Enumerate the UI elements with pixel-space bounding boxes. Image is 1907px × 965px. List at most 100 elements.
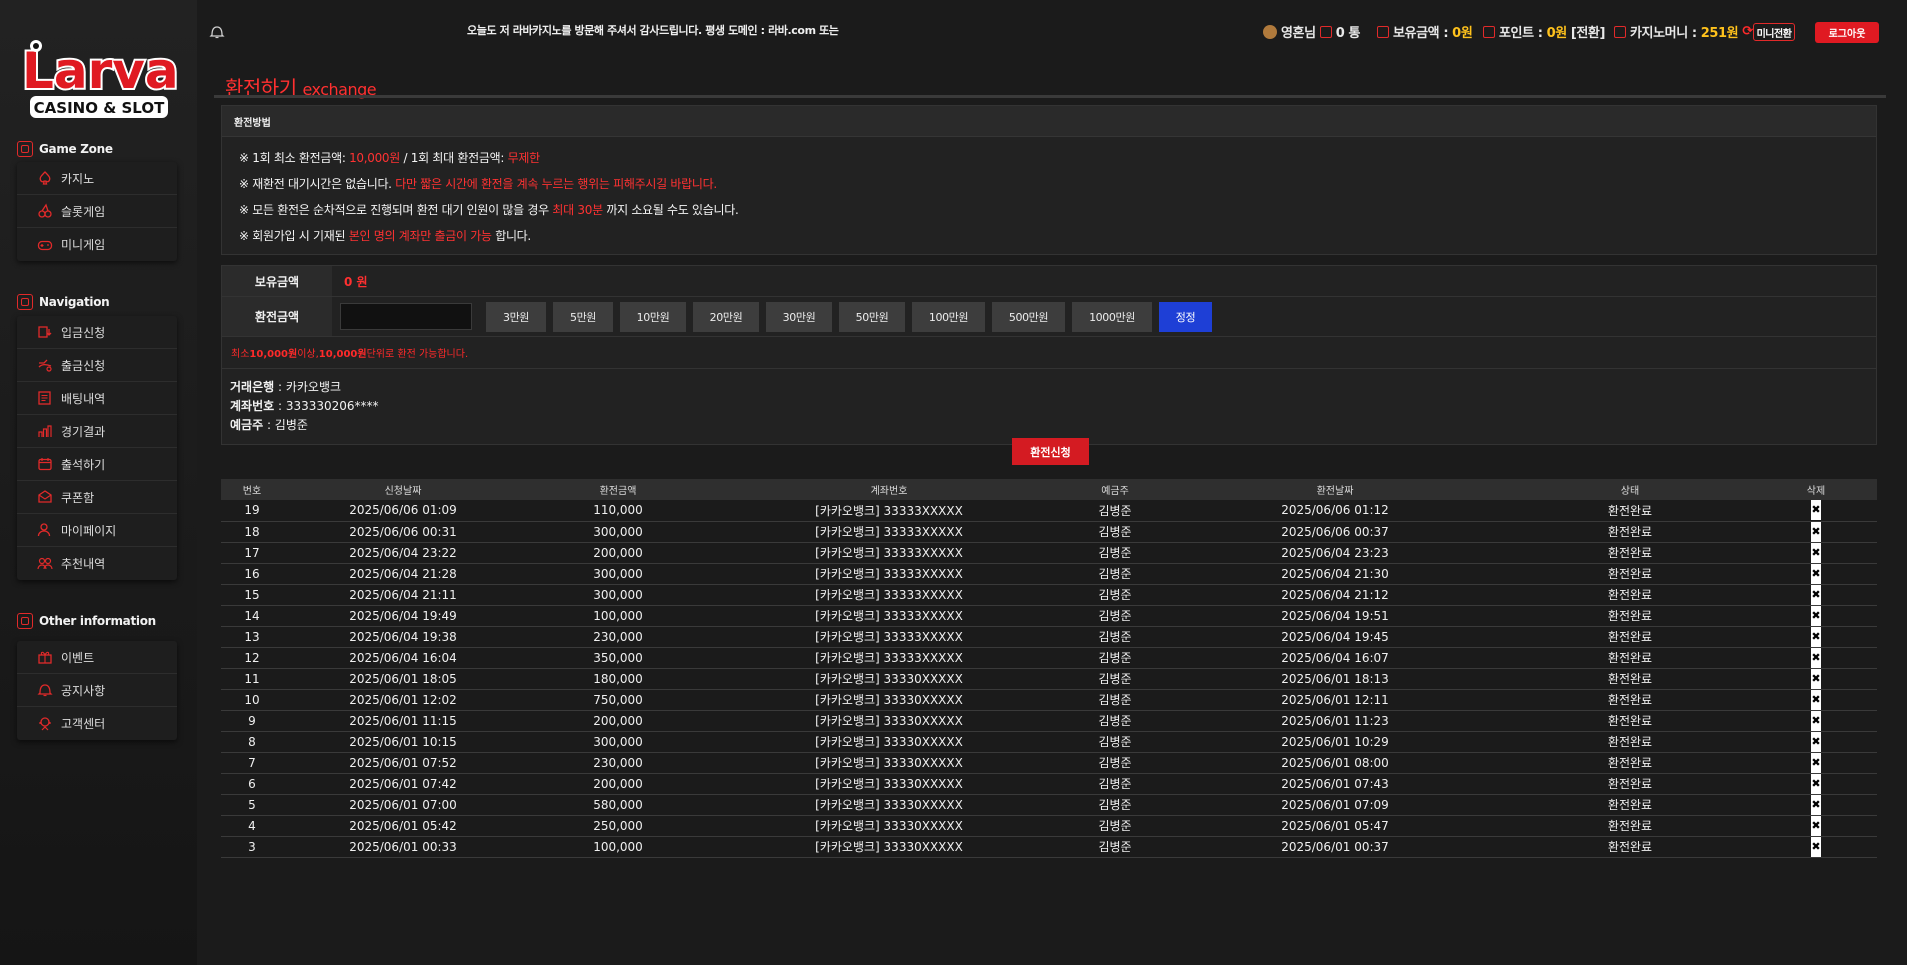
- table-cell: 환전완료: [1505, 500, 1755, 522]
- bell-icon[interactable]: [209, 24, 225, 40]
- table-cell: 14: [221, 605, 283, 627]
- exchange-submit-button[interactable]: 환전신청: [1012, 438, 1089, 465]
- sidebar-item-slot[interactable]: 슬롯게임: [17, 195, 177, 228]
- table-cell: [카카오뱅크] 33330XXXXX: [713, 815, 1065, 837]
- sidebar-item-betting-history[interactable]: 배팅내역: [17, 382, 177, 415]
- account-line: 계좌번호 : 333330206****: [230, 399, 379, 413]
- points-convert-link[interactable]: [전환]: [1571, 22, 1606, 41]
- table-cell: 2025/06/06 01:09: [283, 500, 523, 522]
- delete-icon[interactable]: ✖: [1811, 521, 1821, 542]
- sidebar-item-label: 경기결과: [61, 424, 106, 439]
- rule-line: ※ 모든 환전은 순차적으로 진행되며 환전 대기 인원이 많을 경우 최대 3…: [239, 203, 739, 217]
- larva-logo[interactable]: Larva CASINO & SLOT: [12, 18, 182, 128]
- betting-history-icon: [37, 390, 53, 406]
- withdraw-icon: [37, 357, 53, 373]
- sidebar-item-event[interactable]: 이벤트: [17, 641, 177, 674]
- sidebar-item-label: 공지사항: [61, 683, 106, 698]
- table-cell: [카카오뱅크] 33333XXXXX: [713, 605, 1065, 627]
- message-icon[interactable]: [1319, 25, 1332, 38]
- table-cell: 9: [221, 710, 283, 732]
- table-cell: 김병준: [1065, 689, 1165, 711]
- mini-exchange-button[interactable]: 미니전환: [1753, 23, 1795, 41]
- table-cell: 환전완료: [1505, 647, 1755, 669]
- user-level-icon: [1263, 24, 1277, 39]
- table-cell: 김병준: [1065, 794, 1165, 816]
- delete-icon[interactable]: ✖: [1811, 668, 1821, 689]
- sidebar-item-label: 배팅내역: [61, 391, 106, 406]
- quick-amount-button[interactable]: 1000만원: [1072, 301, 1152, 332]
- delete-icon[interactable]: ✖: [1811, 773, 1821, 794]
- calendar-icon: [37, 456, 53, 472]
- sidebar-item-mypage[interactable]: 마이페이지: [17, 514, 177, 547]
- table-cell: 17: [221, 542, 283, 564]
- delete-icon[interactable]: ✖: [1811, 689, 1821, 710]
- table-cell: 김병준: [1065, 773, 1165, 795]
- rule-line: ※ 회원가입 시 기재된 본인 명의 계좌만 출금이 가능 합니다.: [239, 229, 531, 243]
- casino-money-value: 251원: [1700, 26, 1739, 41]
- sidebar-item-minigame[interactable]: 미니게임: [17, 228, 177, 261]
- table-row: 16 2025/06/04 21:28 300,000 [카카오뱅크] 33333XX…: [221, 563, 1877, 585]
- sidebar-item-attendance[interactable]: 출석하기: [17, 448, 177, 481]
- section-navigation: Navigation: [17, 292, 110, 312]
- sidebar-item-results[interactable]: 경기결과: [17, 415, 177, 448]
- delete-icon[interactable]: ✖: [1811, 794, 1821, 815]
- sidebar-item-notice[interactable]: 공지사항: [17, 674, 177, 707]
- amount-input[interactable]: [340, 303, 472, 330]
- table-cell: 180,000: [523, 668, 713, 690]
- delete-icon[interactable]: ✖: [1811, 542, 1821, 563]
- message-count[interactable]: 0 통: [1336, 22, 1361, 41]
- quick-amount-button[interactable]: 100만원: [912, 301, 985, 332]
- refresh-icon[interactable]: ⟳: [1742, 24, 1753, 39]
- delete-icon[interactable]: ✖: [1811, 815, 1821, 836]
- table-cell: 13: [221, 626, 283, 648]
- table-cell: 2025/06/04 23:23: [1165, 542, 1505, 564]
- points-label: 포인트 :: [1499, 26, 1543, 41]
- quick-amount-button[interactable]: 20만원: [693, 301, 759, 332]
- delete-icon[interactable]: ✖: [1811, 752, 1821, 773]
- delete-icon[interactable]: ✖: [1811, 710, 1821, 731]
- sidebar-item-referral[interactable]: 추천내역: [17, 547, 177, 580]
- quick-amount-button[interactable]: 30만원: [766, 301, 832, 332]
- table-cell: 18: [221, 521, 283, 543]
- col-header: 상태: [1505, 479, 1755, 500]
- delete-icon[interactable]: ✖: [1811, 605, 1821, 626]
- sidebar-item-deposit[interactable]: 입금신청: [17, 316, 177, 349]
- delete-icon[interactable]: ✖: [1811, 647, 1821, 668]
- table-cell: 환전완료: [1505, 710, 1755, 732]
- delete-icon[interactable]: ✖: [1811, 563, 1821, 584]
- table-cell: 2025/06/01 07:43: [1165, 773, 1505, 795]
- quick-amount-button[interactable]: 10만원: [620, 301, 686, 332]
- sidebar-item-support[interactable]: 고객센터: [17, 707, 177, 740]
- sidebar-item-coupon[interactable]: 쿠폰함: [17, 481, 177, 514]
- delete-icon[interactable]: ✖: [1811, 500, 1821, 521]
- sidebar-item-casino[interactable]: 카지노: [17, 162, 177, 195]
- delete-icon[interactable]: ✖: [1811, 626, 1821, 647]
- delete-icon[interactable]: ✖: [1811, 836, 1821, 857]
- delete-icon[interactable]: ✖: [1811, 584, 1821, 605]
- user-name: 영혼님: [1281, 26, 1316, 41]
- table-cell: 2025/06/01 07:09: [1165, 794, 1505, 816]
- navigation-icon: [17, 294, 33, 310]
- sidebar-item-withdraw[interactable]: 출금신청: [17, 349, 177, 382]
- delete-cell: ✖: [1755, 773, 1877, 795]
- delete-cell: ✖: [1755, 731, 1877, 753]
- quick-amount-button[interactable]: 3만원: [486, 301, 546, 332]
- table-row: 4 2025/06/01 05:42 250,000 [카카오뱅크] 33330XXX…: [221, 815, 1877, 837]
- logout-button[interactable]: 로그아웃: [1815, 22, 1879, 43]
- table-cell: 5: [221, 794, 283, 816]
- table-cell: 2025/06/01 00:37: [1165, 836, 1505, 858]
- table-cell: 2025/06/04 19:49: [283, 605, 523, 627]
- section-title-label: Game Zone: [39, 142, 113, 156]
- table-cell: 2025/06/01 05:47: [1165, 815, 1505, 837]
- table-cell: [카카오뱅크] 33333XXXXX: [713, 626, 1065, 648]
- quick-amount-button[interactable]: 5만원: [553, 301, 613, 332]
- table-cell: 김병준: [1065, 815, 1165, 837]
- support-icon: [37, 716, 53, 732]
- table-row: 7 2025/06/01 07:52 230,000 [카카오뱅크] 33330XXX…: [221, 752, 1877, 774]
- quick-amount-button[interactable]: 50만원: [839, 301, 905, 332]
- reset-amount-button[interactable]: 정정: [1159, 301, 1212, 332]
- delete-icon[interactable]: ✖: [1811, 731, 1821, 752]
- table-cell: 2025/06/01 12:11: [1165, 689, 1505, 711]
- table-row: 12 2025/06/04 16:04 350,000 [카카오뱅크] 33333XX…: [221, 647, 1877, 669]
- quick-amount-button[interactable]: 500만원: [992, 301, 1065, 332]
